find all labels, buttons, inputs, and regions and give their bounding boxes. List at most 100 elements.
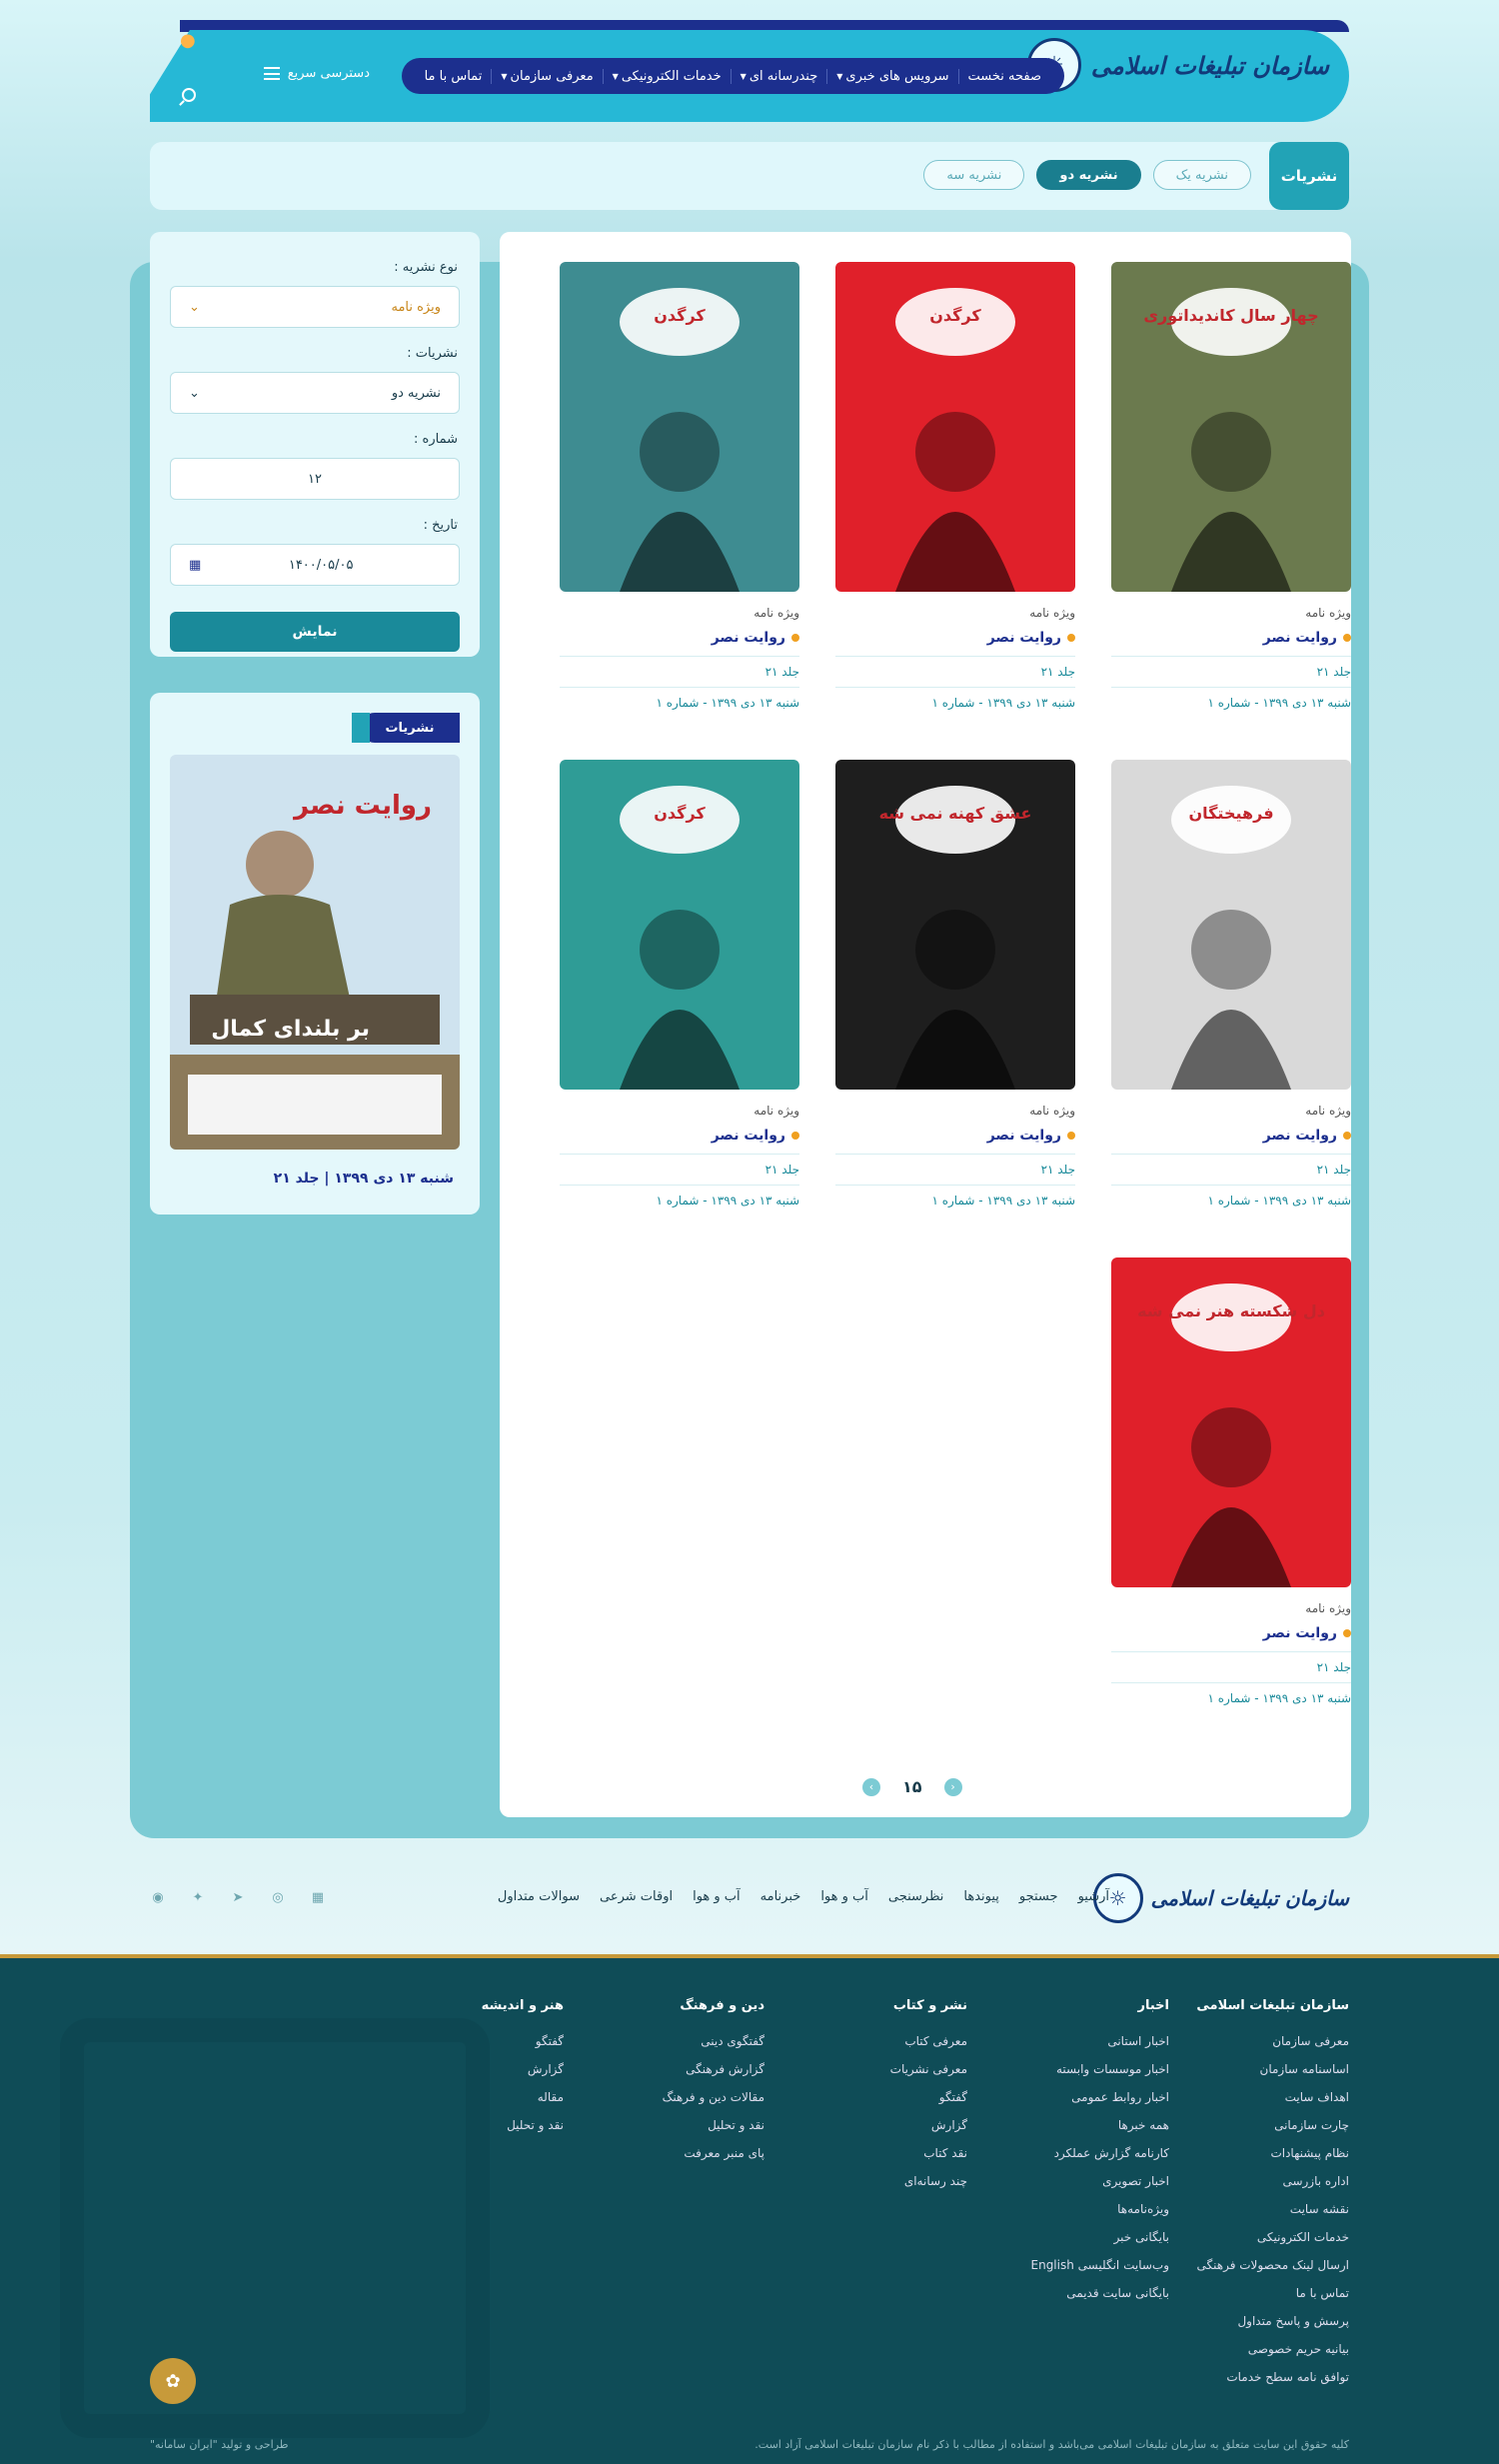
- footer-column-link[interactable]: اداره بازرسی: [1196, 2167, 1349, 2195]
- publication-cover[interactable]: فرهیختگان: [1111, 760, 1351, 1090]
- footer-column-link[interactable]: گفتگوی دینی: [663, 2027, 764, 2055]
- telegram-icon[interactable]: ➤: [230, 1889, 246, 1905]
- footer-column-link[interactable]: گزارش: [890, 2111, 967, 2139]
- footer-column-link[interactable]: نقد و تحلیل: [482, 2111, 564, 2139]
- footer-column-link[interactable]: وب‌سایت انگلیسی English: [1031, 2251, 1170, 2279]
- nav-item[interactable]: سرویس های خبری ▼: [826, 68, 957, 84]
- featured-cover[interactable]: روایت نصر بر بلندای کمال: [170, 755, 460, 1150]
- nav-item[interactable]: معرفی سازمان ▼: [491, 68, 602, 84]
- search-icon[interactable]: [182, 88, 196, 102]
- footer-column-link[interactable]: اخبار استانی: [1031, 2027, 1169, 2055]
- footer-column-link[interactable]: ویژه‌نامه‌ها: [1031, 2195, 1169, 2223]
- nav-item[interactable]: چندرسانه ای ▼: [730, 68, 827, 84]
- publication-cover[interactable]: کرگدن: [560, 760, 799, 1090]
- footer-column-link[interactable]: اخبار روابط عمومی: [1031, 2083, 1169, 2111]
- hamburger-menu-icon[interactable]: [263, 67, 280, 80]
- publication-cover[interactable]: کرگدن: [560, 262, 799, 592]
- nav-item[interactable]: خدمات الکترونیکی ▼: [602, 68, 731, 84]
- footer-column-link[interactable]: تماس با ما: [1196, 2279, 1349, 2307]
- windows-icon[interactable]: ▦: [310, 1889, 326, 1905]
- footer-column-link[interactable]: چند رسانه‌ای: [890, 2167, 967, 2195]
- user-icon[interactable]: ●: [180, 30, 196, 51]
- footer-column-link[interactable]: اساسنامه سازمان: [1196, 2055, 1349, 2083]
- publication-card[interactable]: چهار سال کاندیداتوری ویژه نامه روایت نصر جل…: [1111, 262, 1351, 710]
- footer-column-link[interactable]: ارسال لینک محصولات فرهنگی: [1196, 2251, 1350, 2279]
- footer-column-link[interactable]: نقد و تحلیل: [663, 2111, 764, 2139]
- footer-column-link[interactable]: اخبار موسسات وابسته: [1031, 2055, 1169, 2083]
- footer-link[interactable]: آب و هوا: [820, 1889, 868, 1904]
- footer-column-link[interactable]: گزارش فرهنگی: [663, 2055, 764, 2083]
- quick-access[interactable]: دسترسی سریع: [263, 66, 370, 81]
- footer-column-link[interactable]: مقالات دین و فرهنگ: [663, 2083, 764, 2111]
- date-input[interactable]: ۱۴۰۰/۰۵/۰۵ ▦: [170, 544, 460, 586]
- publication-title-link[interactable]: روایت نصر: [835, 1128, 1075, 1144]
- footer-link[interactable]: نظرسنجی: [888, 1889, 944, 1904]
- publication-card[interactable]: کرگدن ویژه نامه روایت نصر جلد ۲۱ شنبه ۱۳ دی …: [560, 262, 799, 710]
- publication-title-link[interactable]: روایت نصر: [835, 630, 1075, 646]
- publication-cover[interactable]: دل شکسته هنر نمی شه: [1111, 1257, 1351, 1587]
- site-logo[interactable]: سازمان تبلیغات اسلامی ☼: [1026, 38, 1329, 92]
- nav-item[interactable]: صفحه نخست: [957, 68, 1050, 84]
- publication-cover[interactable]: کرگدن: [835, 262, 1075, 592]
- footer-link[interactable]: جستجو: [1019, 1889, 1058, 1904]
- footer-column-link[interactable]: خدمات الکترونیکی: [1196, 2223, 1349, 2251]
- footer-link[interactable]: پیوندها: [963, 1889, 999, 1904]
- footer-link[interactable]: اوقات شرعی: [600, 1889, 673, 1904]
- publication-title-link[interactable]: روایت نصر: [560, 1128, 799, 1144]
- publication-tab[interactable]: نشریه دو: [1036, 160, 1141, 190]
- footer-link[interactable]: آرشیو: [1078, 1889, 1109, 1904]
- footer-column-link[interactable]: همه خبرها: [1031, 2111, 1169, 2139]
- footer-link[interactable]: سوالات متداول: [498, 1889, 580, 1904]
- trust-seal-icon[interactable]: ✿: [150, 2358, 196, 2404]
- publications-bar: نشریات نشریه یک نشریه دو نشریه سه: [150, 142, 1349, 210]
- publication-tab[interactable]: نشریه یک: [1152, 160, 1251, 190]
- publication-card[interactable]: کرگدن ویژه نامه روایت نصر جلد ۲۱ شنبه ۱۳ دی …: [835, 262, 1075, 710]
- rss-icon[interactable]: ◉: [150, 1889, 166, 1905]
- footer-link[interactable]: خبرنامه: [760, 1889, 801, 1904]
- publication-title-link[interactable]: روایت نصر: [1111, 1128, 1351, 1144]
- footer-column-link[interactable]: چارت سازمانی: [1196, 2111, 1349, 2139]
- show-button[interactable]: نمایش: [170, 612, 460, 652]
- current-page[interactable]: ۱۵: [902, 1777, 922, 1796]
- footer-column-link[interactable]: توافق نامه سطح خدمات: [1196, 2363, 1349, 2391]
- footer-column-link[interactable]: نظام پیشنهادات: [1196, 2139, 1349, 2167]
- publication-card[interactable]: دل شکسته هنر نمی شه ویژه نامه روایت نصر جلد…: [1111, 1257, 1351, 1705]
- publication-card[interactable]: کرگدن ویژه نامه روایت نصر جلد ۲۱ شنبه ۱۳ دی …: [560, 760, 799, 1208]
- publication-tab[interactable]: نشریه سه: [923, 160, 1025, 190]
- publication-card[interactable]: فرهیختگان ویژه نامه روایت نصر جلد ۲۱ شنبه ۱۳…: [1111, 760, 1351, 1208]
- nav-item[interactable]: تماس با ما: [416, 69, 492, 84]
- type-select[interactable]: ویژه نامه ⌄: [170, 286, 460, 328]
- publication-cover[interactable]: عشق کهنه نمی شه: [835, 760, 1075, 1090]
- publication-select[interactable]: نشریه دو ⌄: [170, 372, 460, 414]
- footer-column-link[interactable]: نقد کتاب: [890, 2139, 967, 2167]
- publication-title-link[interactable]: روایت نصر: [1111, 630, 1351, 646]
- calendar-icon[interactable]: ▦: [189, 558, 201, 573]
- footer-column-link[interactable]: بایگانی سایت قدیمی: [1031, 2279, 1169, 2307]
- footer-column-link[interactable]: اهداف سایت: [1196, 2083, 1349, 2111]
- publication-card[interactable]: عشق کهنه نمی شه ویژه نامه روایت نصر جلد ۲۱ ش…: [835, 760, 1075, 1208]
- publication-title-link[interactable]: روایت نصر: [1111, 1625, 1351, 1641]
- number-input[interactable]: ۱۲: [170, 458, 460, 500]
- footer-column-link[interactable]: نقشه سایت: [1196, 2195, 1349, 2223]
- footer-column-link[interactable]: معرفی کتاب: [890, 2027, 967, 2055]
- footer-column-link[interactable]: معرفی سازمان: [1196, 2027, 1349, 2055]
- publication-cover[interactable]: چهار سال کاندیداتوری: [1111, 262, 1351, 592]
- footer-column-link[interactable]: بیانیه حریم خصوصی: [1196, 2335, 1349, 2363]
- footer-column-link[interactable]: مقاله: [482, 2083, 564, 2111]
- twitter-icon[interactable]: ✦: [190, 1889, 206, 1905]
- footer-column-link[interactable]: بایگانی خبر: [1031, 2223, 1169, 2251]
- footer-column-link[interactable]: معرفی نشریات: [890, 2055, 967, 2083]
- publication-title-link[interactable]: روایت نصر: [560, 630, 799, 646]
- footer-column-link[interactable]: گفتگو: [482, 2027, 564, 2055]
- next-page-icon[interactable]: ›: [943, 1777, 962, 1796]
- footer-column-link[interactable]: گفتگو: [890, 2083, 967, 2111]
- footer-logo[interactable]: سازمان تبلیغات اسلامی ☼: [1092, 1873, 1349, 1923]
- footer-column-link[interactable]: گزارش: [482, 2055, 564, 2083]
- prev-page-icon[interactable]: ‹: [862, 1777, 880, 1796]
- footer-column-link[interactable]: پرسش و پاسخ متداول: [1196, 2307, 1349, 2335]
- footer-column-link[interactable]: اخبار تصویری: [1031, 2167, 1169, 2195]
- instagram-icon[interactable]: ◎: [270, 1889, 286, 1905]
- footer-link[interactable]: آب و هوا: [693, 1889, 741, 1904]
- footer-column-link[interactable]: کارنامه گزارش عملکرد: [1031, 2139, 1169, 2167]
- footer-column-link[interactable]: پای منبر معرفت: [663, 2139, 764, 2167]
